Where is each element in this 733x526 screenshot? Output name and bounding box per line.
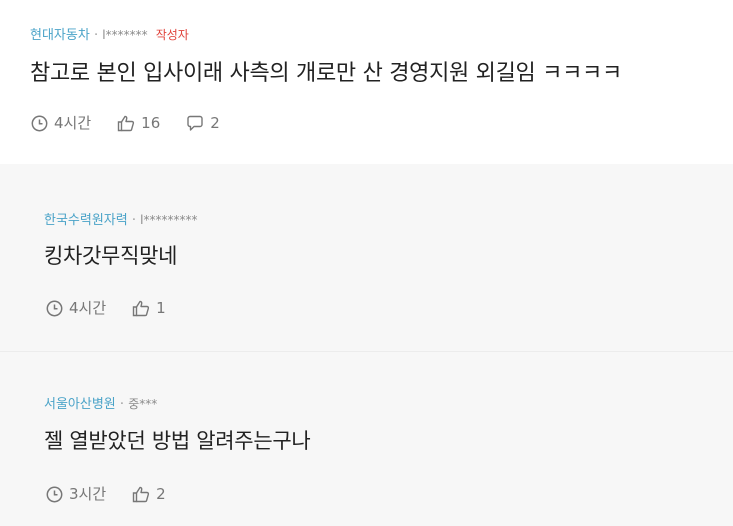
reply-content: 킹차갓무직맞네 <box>44 244 178 268</box>
reply-company[interactable]: 한국수력원자력 <box>44 213 128 228</box>
reply-time-label: 4시간 <box>69 299 107 317</box>
post-comment-count: 2 <box>210 114 220 132</box>
post-nickname: l******* <box>102 28 148 42</box>
reply-like-button[interactable]: 1 <box>132 299 166 317</box>
post-actions: 4시간 16 2 <box>31 114 246 132</box>
reply-time: 3시간 <box>46 485 106 503</box>
post-time: 4시간 <box>31 114 91 132</box>
reply-time-label: 3시간 <box>69 485 107 503</box>
reply-item: 서울아산병원 · 중*** 젤 열받았던 방법 알려주는구나 3시간 2 <box>0 352 733 526</box>
reply-nickname: l********* <box>140 213 198 227</box>
reply-meta: 한국수력원자력 · l********* <box>44 212 198 229</box>
reply-nickname: 중*** <box>128 397 158 411</box>
post-like-count: 16 <box>141 114 161 132</box>
reply-like-count: 2 <box>156 485 166 503</box>
post-company[interactable]: 현대자동차 <box>30 28 90 43</box>
post-time-label: 4시간 <box>54 114 92 132</box>
main-post: 현대자동차 · l******* 작성자 참고로 본인 입사이래 사측의 개로만… <box>0 0 733 164</box>
meta-separator: · <box>131 213 137 228</box>
post-meta: 현대자동차 · l******* 작성자 <box>30 27 189 44</box>
reply-meta: 서울아산병원 · 중*** <box>44 396 157 413</box>
reply-actions: 4시간 1 <box>46 299 192 317</box>
reply-time: 4시간 <box>46 299 106 317</box>
author-badge: 작성자 <box>155 28 189 42</box>
meta-separator: · <box>119 397 125 412</box>
reply-company[interactable]: 서울아산병원 <box>44 397 116 412</box>
thumbs-up-icon <box>132 300 150 316</box>
post-like-button[interactable]: 16 <box>117 114 160 132</box>
reply-actions: 3시간 2 <box>46 485 192 503</box>
reply-like-button[interactable]: 2 <box>132 485 166 503</box>
speech-bubble-icon <box>187 115 203 131</box>
reply-item: 한국수력원자력 · l********* 킹차갓무직맞네 4시간 1 <box>0 164 733 351</box>
meta-separator: · <box>93 28 99 43</box>
post-comment-button[interactable]: 2 <box>186 114 220 132</box>
reply-like-count: 1 <box>156 299 166 317</box>
clock-icon <box>31 115 48 131</box>
thumbs-up-icon <box>132 486 150 502</box>
reply-content: 젤 열받았던 방법 알려주는구나 <box>44 429 311 453</box>
clock-icon <box>46 486 63 502</box>
clock-icon <box>46 300 63 316</box>
thumbs-up-icon <box>117 115 135 131</box>
post-content: 참고로 본인 입사이래 사측의 개로만 산 경영지원 외길임 ㅋㅋㅋㅋ <box>30 61 622 86</box>
